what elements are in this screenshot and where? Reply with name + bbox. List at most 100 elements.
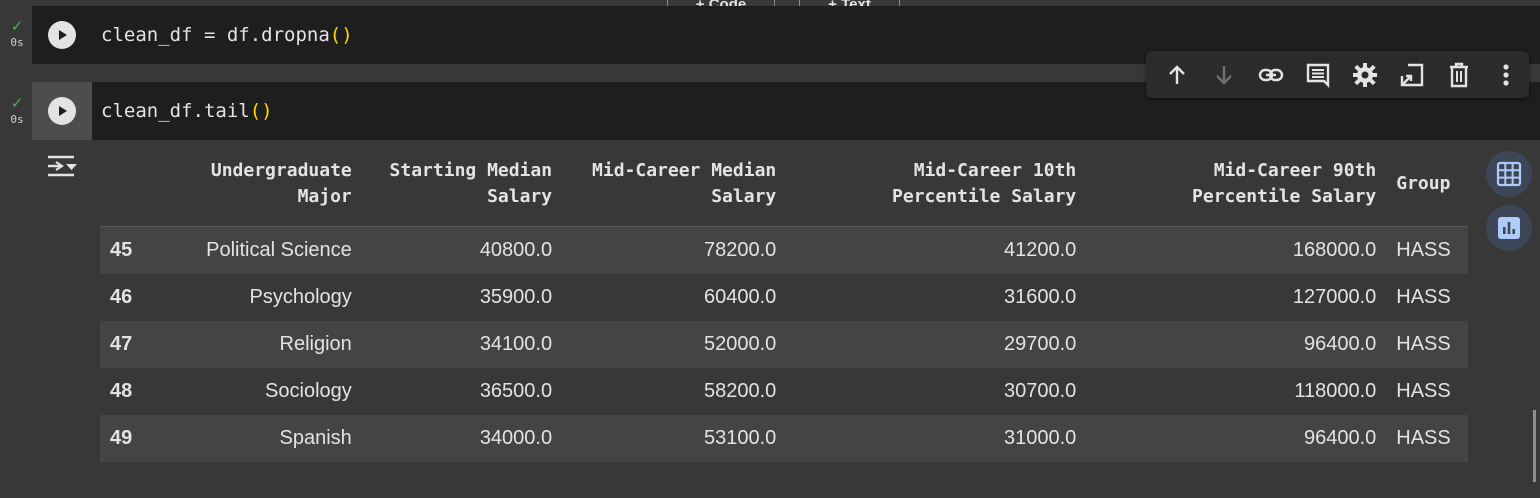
cell-mid-median: 78200.0 bbox=[562, 226, 787, 274]
row-index: 47 bbox=[100, 321, 180, 368]
cell-mid-90th: 168000.0 bbox=[1086, 226, 1387, 274]
arrow-down-icon bbox=[1216, 65, 1233, 85]
cell-2-code-text: clean_df.tail bbox=[101, 100, 250, 122]
table-icon bbox=[1496, 161, 1522, 187]
copy-link-button[interactable] bbox=[1248, 51, 1295, 98]
output-actions-button[interactable] bbox=[46, 154, 78, 185]
header-index bbox=[100, 142, 180, 227]
cell-2-status: ✓ 0s bbox=[6, 95, 28, 126]
cell-major: Religion bbox=[180, 321, 362, 368]
cell-major: Sociology bbox=[180, 368, 362, 415]
cell-1-code[interactable]: clean_df = df.dropna() bbox=[101, 6, 353, 64]
cell-mid-90th: 118000.0 bbox=[1086, 368, 1387, 415]
cell-starting-median: 35900.0 bbox=[361, 274, 563, 321]
cell-mid-90th: 96400.0 bbox=[1086, 321, 1387, 368]
play-icon bbox=[59, 30, 67, 40]
header-mid-career-10th: Mid-Career 10th Percentile Salary bbox=[786, 142, 1087, 227]
dataframe-table: Undergraduate Major Starting Median Salary… bbox=[100, 142, 1468, 462]
cell-toolbar bbox=[1146, 51, 1529, 98]
header-text: Salary bbox=[487, 186, 553, 207]
cell-mid-10th: 31600.0 bbox=[786, 274, 1087, 321]
row-index: 49 bbox=[100, 415, 180, 462]
row-index: 46 bbox=[100, 274, 180, 321]
header-starting-median-salary: Starting Median Salary bbox=[361, 142, 563, 227]
cell-1-exec-time: 0s bbox=[10, 36, 24, 49]
header-text: Mid-Career 90th bbox=[1213, 160, 1377, 181]
cell-starting-median: 34100.0 bbox=[361, 321, 563, 368]
convert-to-interactive-table-button[interactable] bbox=[1486, 151, 1532, 197]
cell-group: HASS bbox=[1386, 226, 1468, 274]
delete-icon bbox=[1449, 62, 1468, 87]
cell-2-output: Undergraduate Major Starting Median Salary… bbox=[32, 142, 1536, 478]
run-cell-2-button[interactable] bbox=[48, 97, 76, 125]
add-comment-button[interactable] bbox=[1295, 51, 1342, 98]
table-row: 48 Sociology 36500.0 58200.0 30700.0 118… bbox=[100, 368, 1468, 415]
cell-mid-median: 58200.0 bbox=[562, 368, 787, 415]
cell-group: HASS bbox=[1386, 321, 1468, 368]
comment-icon bbox=[1306, 63, 1330, 88]
cell-major: Political Science bbox=[180, 226, 362, 274]
table-row: 49 Spanish 34000.0 53100.0 31000.0 96400… bbox=[100, 415, 1468, 462]
cell-major: Psychology bbox=[180, 274, 362, 321]
cell-mid-median: 52000.0 bbox=[562, 321, 787, 368]
cell-mid-10th: 30700.0 bbox=[786, 368, 1087, 415]
cell-group: HASS bbox=[1386, 368, 1468, 415]
table-header-row: Undergraduate Major Starting Median Salary… bbox=[100, 142, 1468, 227]
table-row: 45 Political Science 40800.0 78200.0 412… bbox=[100, 226, 1468, 274]
cell-2-run-area bbox=[32, 82, 92, 140]
cell-starting-median: 34000.0 bbox=[361, 415, 563, 462]
cell-mid-median: 53100.0 bbox=[562, 415, 787, 462]
header-group: Group bbox=[1386, 142, 1468, 227]
cell-1-code-text: clean_df = df.dropna bbox=[101, 24, 330, 46]
header-undergraduate-major: Undergraduate Major bbox=[180, 142, 362, 227]
header-text: Percentile Salary bbox=[1192, 186, 1377, 207]
header-mid-career-median-salary: Mid-Career Median Salary bbox=[562, 142, 787, 227]
row-index: 45 bbox=[100, 226, 180, 274]
table-row: 47 Religion 34100.0 52000.0 29700.0 9640… bbox=[100, 321, 1468, 368]
output-scrollbar[interactable] bbox=[1533, 410, 1536, 482]
cell-mid-10th: 29700.0 bbox=[786, 321, 1087, 368]
play-icon bbox=[59, 106, 67, 116]
link-icon bbox=[1258, 68, 1284, 81]
header-text: Undergraduate bbox=[210, 160, 352, 181]
header-text: Salary bbox=[711, 186, 777, 207]
cell-1-status: ✓ 0s bbox=[6, 18, 28, 49]
header-text: Starting Median bbox=[389, 160, 553, 181]
check-icon: ✓ bbox=[10, 95, 24, 112]
bar-chart-icon bbox=[1498, 217, 1520, 239]
header-text: Mid-Career Median bbox=[592, 160, 777, 181]
header-text: Percentile Salary bbox=[892, 186, 1077, 207]
move-down-button[interactable] bbox=[1201, 51, 1248, 98]
run-cell-1-button[interactable] bbox=[48, 21, 76, 49]
cell-2-code-parens: () bbox=[249, 100, 273, 122]
more-options-button[interactable] bbox=[1482, 51, 1529, 98]
check-icon: ✓ bbox=[10, 18, 24, 35]
cell-group: HASS bbox=[1386, 274, 1468, 321]
suggest-charts-button[interactable] bbox=[1486, 205, 1532, 251]
cell-mid-90th: 96400.0 bbox=[1086, 415, 1387, 462]
move-up-button[interactable] bbox=[1154, 51, 1201, 98]
delete-cell-button[interactable] bbox=[1435, 51, 1482, 98]
cell-mid-median: 60400.0 bbox=[562, 274, 787, 321]
cell-major: Spanish bbox=[180, 415, 362, 462]
mirror-cell-button[interactable] bbox=[1388, 51, 1435, 98]
gear-icon bbox=[1352, 62, 1377, 87]
arrow-up-icon bbox=[1169, 64, 1186, 84]
cell-2-code[interactable]: clean_df.tail() bbox=[101, 82, 273, 140]
mirror-cell-icon bbox=[1400, 63, 1424, 86]
cell-2-exec-time: 0s bbox=[10, 113, 24, 126]
cell-settings-button[interactable] bbox=[1342, 51, 1389, 98]
table-row: 46 Psychology 35900.0 60400.0 31600.0 12… bbox=[100, 274, 1468, 321]
header-text: Major bbox=[297, 186, 352, 207]
cell-starting-median: 40800.0 bbox=[361, 226, 563, 274]
cell-mid-10th: 41200.0 bbox=[786, 226, 1087, 274]
cell-mid-90th: 127000.0 bbox=[1086, 274, 1387, 321]
cell-1-run-area bbox=[32, 6, 92, 64]
cell-group: HASS bbox=[1386, 415, 1468, 462]
cell-1-code-parens: () bbox=[329, 24, 353, 46]
more-vert-icon bbox=[1502, 63, 1509, 86]
output-actions-icon bbox=[48, 155, 77, 177]
header-mid-career-90th: Mid-Career 90th Percentile Salary bbox=[1086, 142, 1387, 227]
cell-mid-10th: 31000.0 bbox=[786, 415, 1087, 462]
row-index: 48 bbox=[100, 368, 180, 415]
